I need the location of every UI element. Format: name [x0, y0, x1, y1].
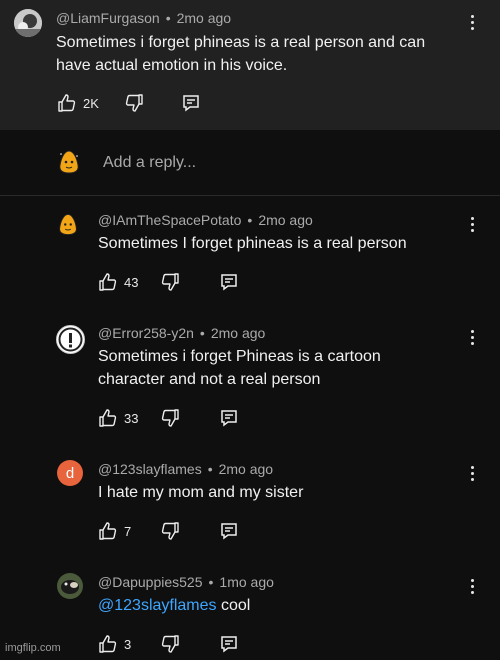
reply-text: @123slayflames cool: [98, 594, 250, 617]
reply-icon[interactable]: [182, 94, 200, 112]
comment-author[interactable]: @LiamFurgason: [56, 10, 160, 26]
separator-dot: •: [207, 461, 213, 477]
reply-icon[interactable]: [220, 635, 238, 653]
like-icon[interactable]: [98, 521, 118, 541]
separator-dot: •: [208, 574, 214, 590]
more-options-icon[interactable]: [467, 217, 477, 235]
comment-text-line: have actual emotion in his voice.: [56, 57, 288, 74]
avatar[interactable]: d: [57, 460, 83, 486]
more-options-icon[interactable]: [467, 330, 477, 348]
user-avatar: [57, 149, 81, 175]
avatar[interactable]: [56, 325, 85, 354]
avatar[interactable]: [57, 212, 79, 237]
more-options-icon[interactable]: [467, 15, 477, 33]
separator-dot: •: [199, 325, 205, 341]
reply-text-line: Sometimes i forget Phineas is a cartoon: [98, 348, 381, 365]
dislike-icon[interactable]: [160, 408, 180, 428]
like-count: 2K: [83, 95, 99, 111]
reply-author[interactable]: @123slayflames: [98, 461, 202, 477]
reply-text: I hate my mom and my sister: [98, 484, 304, 501]
reply-author[interactable]: @IAmTheSpacePotato: [98, 212, 241, 228]
like-icon[interactable]: [57, 93, 77, 113]
reply-author[interactable]: @Dapuppies525: [98, 574, 203, 590]
highlighted-comment: @LiamFurgason • 2mo ago Sometimes i forget…: [0, 0, 500, 130]
like-count: 33: [124, 410, 139, 426]
reply-time: 1mo ago: [219, 574, 274, 590]
avatar[interactable]: [14, 9, 42, 37]
more-options-icon[interactable]: [467, 466, 477, 484]
like-icon[interactable]: [98, 634, 118, 654]
like-icon[interactable]: [98, 272, 118, 292]
reply-author[interactable]: @Error258-y2n: [98, 325, 194, 341]
comment-text-line: Sometimes i forget phineas is a real per…: [56, 34, 426, 51]
reply-text-line: character and not a real person: [98, 371, 321, 388]
mention-link[interactable]: @123slayflames: [98, 597, 217, 614]
comment-time: 2mo ago: [176, 10, 232, 26]
like-count: 3: [124, 636, 132, 652]
like-count: 43: [124, 274, 139, 290]
add-reply-row: Add a reply...: [0, 130, 500, 195]
add-reply-input[interactable]: Add a reply...: [103, 154, 196, 172]
reply-time: 2mo ago: [218, 461, 274, 477]
reply-icon[interactable]: [220, 273, 238, 291]
avatar[interactable]: [57, 573, 83, 599]
reply-text: Sometimes I forget phineas is a real per…: [98, 235, 407, 252]
reply-time: 2mo ago: [258, 212, 313, 228]
watermark: imgflip.com: [5, 642, 61, 654]
divider: [0, 195, 500, 196]
like-count: 7: [124, 523, 132, 539]
reply-text-body: cool: [220, 597, 251, 614]
dislike-icon[interactable]: [160, 521, 180, 541]
like-icon[interactable]: [98, 408, 118, 428]
dislike-icon[interactable]: [160, 272, 180, 292]
separator-dot: •: [165, 10, 171, 26]
dislike-icon[interactable]: [124, 93, 144, 113]
dislike-icon[interactable]: [160, 634, 180, 654]
reply-icon[interactable]: [220, 522, 238, 540]
reply-text: Sometimes i forget Phineas is a cartoon …: [98, 345, 381, 391]
comment-text: Sometimes i forget phineas is a real per…: [56, 31, 425, 77]
more-options-icon[interactable]: [467, 579, 477, 597]
avatar-letter: d: [65, 464, 75, 482]
reply-icon[interactable]: [220, 409, 238, 427]
reply-time: 2mo ago: [210, 325, 266, 341]
separator-dot: •: [247, 212, 253, 228]
